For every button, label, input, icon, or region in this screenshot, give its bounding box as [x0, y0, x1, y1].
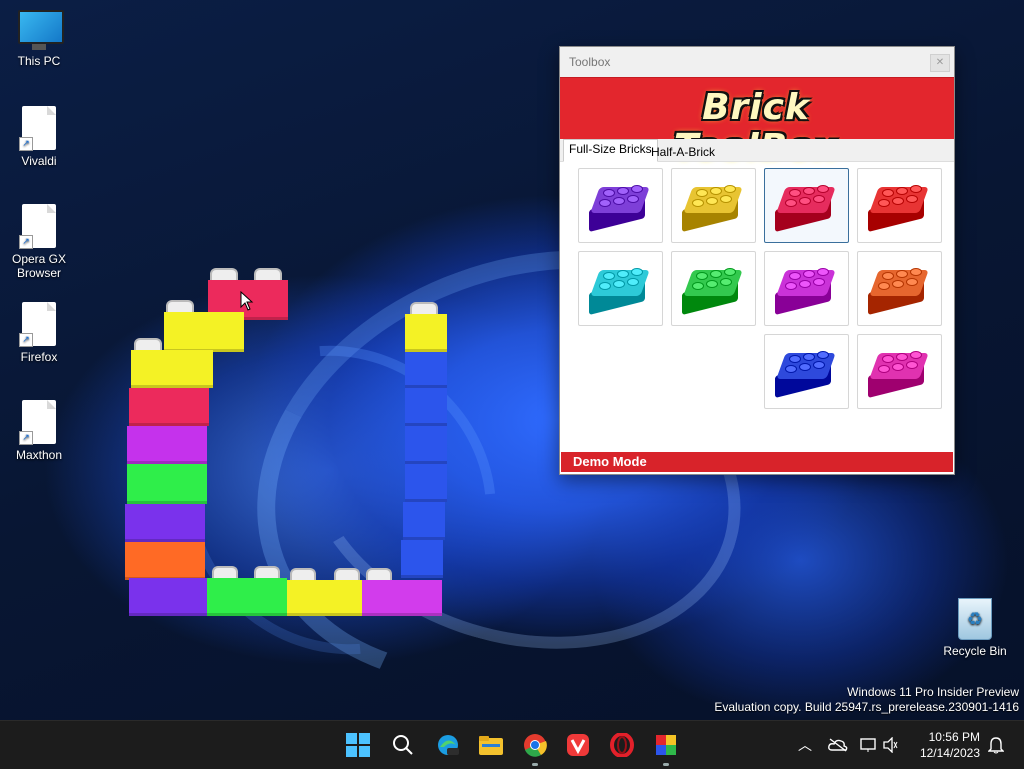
vivaldi-icon [567, 734, 589, 756]
brick-swatch[interactable] [764, 168, 849, 243]
network-volume-button[interactable] [860, 721, 898, 769]
placed-brick[interactable] [129, 578, 207, 616]
watermark-line: Windows 11 Pro Insider Preview [847, 685, 1019, 699]
brick-toolbox-taskbar-button[interactable] [651, 730, 681, 766]
notifications-button[interactable] [988, 721, 1004, 769]
lego-brick-icon [589, 181, 651, 232]
mouse-cursor-icon [240, 291, 254, 311]
placed-brick[interactable] [207, 578, 287, 616]
close-icon: ✕ [935, 57, 945, 68]
file-explorer-icon [479, 736, 503, 755]
brick-swatch[interactable] [671, 168, 756, 243]
placed-brick[interactable] [362, 580, 442, 616]
lego-brick-icon [868, 347, 930, 398]
placed-brick[interactable] [287, 580, 362, 616]
brick-tabs: Full-Size Bricks Half-A-Brick [560, 139, 954, 162]
lego-brick-icon [775, 347, 837, 398]
placed-brick[interactable] [164, 312, 244, 352]
brick-swatch[interactable] [857, 334, 942, 409]
vivaldi-button[interactable] [563, 730, 593, 760]
lego-brick-icon [589, 264, 651, 315]
start-button[interactable] [343, 730, 373, 760]
cloud-offline-icon [828, 738, 848, 752]
brick-swatch[interactable] [578, 251, 663, 326]
chrome-icon [524, 734, 547, 757]
show-hidden-icons-button[interactable]: ︿ [798, 721, 812, 769]
taskbar: ︿ 10:56 PM 12/14/2023 [0, 720, 1024, 769]
opera-button[interactable] [607, 730, 637, 760]
placed-brick[interactable] [403, 502, 445, 540]
onedrive-button[interactable] [828, 721, 848, 769]
chevron-up-icon: ︿ [798, 737, 812, 753]
edge-beta-icon [438, 735, 459, 755]
file-explorer-button[interactable] [476, 730, 506, 760]
placed-brick[interactable] [127, 426, 207, 464]
search-icon [393, 735, 413, 755]
edge-beta-button[interactable] [433, 730, 463, 760]
system-clock[interactable]: 10:56 PM 12/14/2023 [920, 729, 980, 761]
brick-swatch[interactable] [764, 251, 849, 326]
toolbox-banner: Brick ToolBox [560, 77, 954, 168]
opera-icon [610, 733, 634, 757]
tab-half-a-brick[interactable]: Half-A-Brick [646, 143, 720, 161]
demo-mode-status: Demo Mode [561, 452, 953, 472]
placed-brick[interactable] [129, 388, 209, 426]
placed-brick[interactable] [401, 540, 443, 578]
clock-date: 12/14/2023 [919, 746, 980, 760]
close-button[interactable]: ✕ [930, 54, 950, 72]
tab-full-size-bricks[interactable]: Full-Size Bricks [563, 139, 658, 162]
lego-brick-icon [682, 264, 744, 315]
placed-brick[interactable] [405, 464, 447, 502]
lego-brick-icon [868, 181, 930, 232]
lego-brick-icon [775, 181, 837, 232]
brick-swatch[interactable] [857, 251, 942, 326]
brick-toolbox-icon [656, 735, 676, 755]
placed-brick[interactable] [125, 542, 205, 580]
placed-brick[interactable] [405, 426, 447, 464]
search-button[interactable] [388, 730, 418, 760]
placed-brick[interactable] [131, 350, 213, 388]
placed-brick[interactable] [127, 464, 207, 504]
start-icon [346, 733, 370, 757]
brick-palette-grid [578, 168, 944, 411]
placed-brick[interactable] [405, 388, 447, 426]
brick-swatch[interactable] [857, 168, 942, 243]
brick-swatch[interactable] [578, 168, 663, 243]
chrome-button[interactable] [520, 730, 550, 766]
watermark-line: Evaluation copy. Build 25947.rs_prerelea… [714, 700, 1019, 714]
toolbox-window: Toolbox ✕ Brick ToolBox Full-Size Bricks… [559, 46, 955, 475]
window-title: Toolbox [569, 55, 611, 69]
clock-time: 10:56 PM [928, 730, 980, 744]
toolbox-titlebar[interactable]: Toolbox ✕ [560, 47, 954, 77]
brick-swatch[interactable] [764, 334, 849, 409]
network-volume-icon [860, 737, 898, 753]
placed-brick[interactable] [405, 352, 447, 388]
windows-watermark: Windows 11 Pro Insider Preview Evaluatio… [714, 685, 1019, 715]
brick-toolbox-logo: Brick ToolBox [674, 87, 837, 168]
lego-brick-icon [682, 181, 744, 232]
placed-brick[interactable] [125, 504, 205, 542]
brick-swatch[interactable] [671, 251, 756, 326]
lego-brick-icon [775, 264, 837, 315]
placed-brick[interactable] [405, 314, 447, 352]
bell-icon [988, 737, 1004, 754]
lego-brick-icon [868, 264, 930, 315]
